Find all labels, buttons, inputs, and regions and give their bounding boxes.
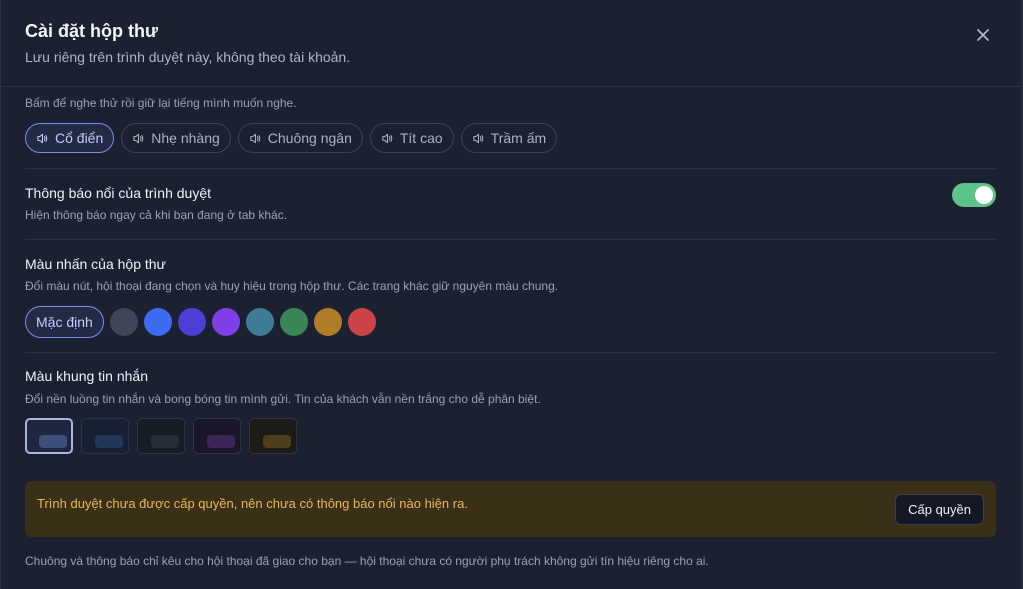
browser-notification-title: Thông báo nổi của trình duyệt — [25, 185, 212, 201]
sound-hint: Bấm để nghe thử rồi giữ lại tiếng mình m… — [25, 96, 297, 110]
sound-option-label: Trầm ấm — [490, 130, 547, 146]
accent-color-swatch[interactable] — [211, 308, 240, 336]
bubble-preview — [263, 435, 291, 448]
inbox-settings-dialog: Cài đặt hộp thư Lưu riêng trên trình duy… — [0, 0, 1023, 589]
bubble-color-option[interactable] — [137, 418, 185, 454]
accent-color-title: Màu nhấn của hộp thư — [25, 256, 166, 272]
accent-color-swatch[interactable] — [245, 308, 274, 336]
accent-default-button[interactable]: Mặc định — [25, 306, 104, 338]
accent-color-swatch[interactable] — [143, 308, 172, 336]
sound-option-label: Cổ điển — [55, 130, 104, 146]
sound-option[interactable]: Nhẹ nhàng — [121, 123, 231, 153]
speaker-icon — [133, 133, 144, 143]
bubble-color-option[interactable] — [25, 418, 73, 454]
accent-color-swatch[interactable] — [313, 308, 342, 336]
sound-options: Cổ điển Nhẹ nhàng Chuông ngân Tít cao Trầm ấ… — [25, 123, 558, 153]
grant-permission-button[interactable]: Cấp quyền — [895, 494, 984, 525]
divider — [25, 352, 996, 353]
footer-note: Chuông và thông báo chỉ kêu cho hội thoạ… — [25, 554, 709, 568]
sound-option-label: Nhẹ nhàng — [151, 130, 220, 146]
speaker-icon — [37, 133, 48, 143]
bubble-preview — [151, 435, 179, 448]
sound-option[interactable]: Chuông ngân — [237, 123, 363, 153]
divider — [25, 168, 996, 169]
accent-color-swatch[interactable] — [177, 308, 206, 336]
accent-color-swatch[interactable] — [279, 308, 308, 336]
bubble-color-options — [25, 418, 297, 454]
sound-option[interactable]: Trầm ấm — [460, 123, 558, 153]
accent-color-swatch[interactable] — [347, 308, 376, 336]
permission-banner: Trình duyệt chưa được cấp quyền, nên chư… — [25, 481, 996, 537]
bubble-preview — [39, 435, 67, 448]
bubble-color-option[interactable] — [249, 418, 297, 454]
sound-option-label: Chuông ngân — [267, 130, 352, 146]
accent-color-swatch[interactable] — [109, 308, 138, 336]
dialog-body: Bấm để nghe thử rồi giữ lại tiếng mình m… — [25, 87, 996, 589]
dialog-title: Cài đặt hộp thư — [25, 21, 159, 41]
sound-option-label: Tít cao — [399, 130, 443, 146]
speaker-icon — [473, 133, 483, 143]
bubble-preview — [95, 435, 123, 448]
speaker-icon — [250, 133, 261, 143]
bubble-color-hint: Đổi nền luồng tin nhắn và bong bóng tin … — [25, 392, 541, 406]
close-icon — [977, 29, 989, 41]
bubble-color-title: Màu khung tin nhắn — [25, 368, 148, 384]
dialog-subtitle: Lưu riêng trên trình duyệt này, không th… — [25, 49, 351, 65]
bubble-color-option[interactable] — [81, 418, 129, 454]
close-button[interactable] — [972, 24, 994, 46]
accent-color-hint: Đổi màu nút, hội thoại đang chọn và huy … — [25, 279, 559, 293]
browser-notification-hint: Hiện thông báo ngay cả khi bạn đang ở ta… — [25, 208, 288, 222]
sound-option[interactable]: Cổ điển — [25, 123, 115, 153]
dialog-header: Cài đặt hộp thư Lưu riêng trên trình duy… — [1, 0, 1022, 87]
bubble-color-option[interactable] — [193, 418, 241, 454]
permission-banner-text: Trình duyệt chưa được cấp quyền, nên chư… — [37, 496, 468, 511]
divider — [25, 239, 996, 240]
speaker-icon — [382, 133, 393, 143]
bubble-preview — [207, 435, 235, 448]
accent-color-options: Mặc định — [25, 306, 376, 338]
toggle-knob — [975, 186, 993, 204]
browser-notification-toggle[interactable] — [952, 183, 996, 207]
sound-option[interactable]: Tít cao — [369, 123, 454, 153]
